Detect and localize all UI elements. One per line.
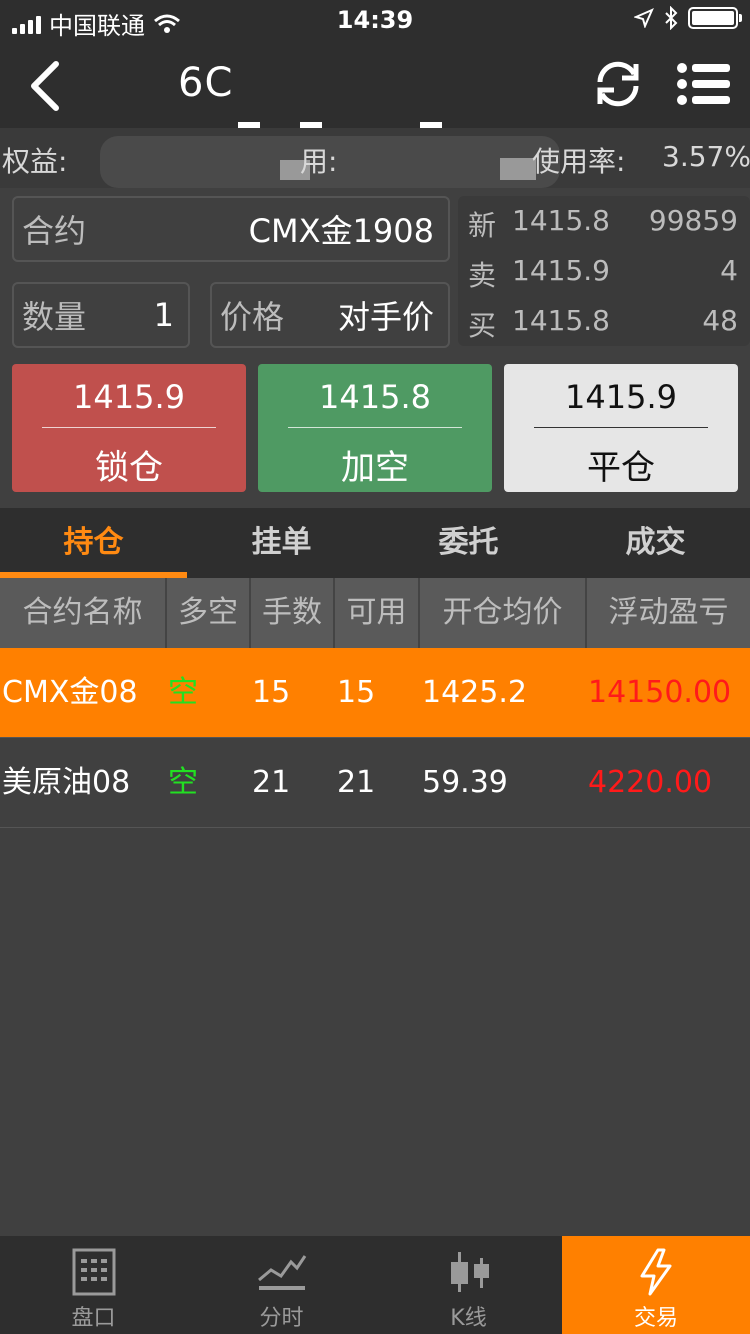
quote-row-bid: 买 1415.8 48	[458, 296, 750, 346]
quote-price: 1415.8	[512, 204, 610, 237]
equity-label: 权益:	[2, 145, 68, 178]
positions-table-header: 合约名称 多空 手数 可用 开仓均价 浮动盈亏	[0, 578, 750, 648]
tab-orders[interactable]: 委托	[375, 508, 562, 578]
quote-volume: 4	[720, 254, 738, 287]
price-label: 价格	[220, 298, 285, 336]
lightning-icon	[640, 1248, 672, 1296]
location-arrow-icon	[634, 8, 654, 28]
redacted-used	[500, 158, 536, 180]
status-right	[634, 6, 742, 30]
quote-row-last: 新 1415.8 99859	[458, 196, 750, 246]
quote-price: 1415.9	[512, 254, 610, 287]
cell-avg-price: 1425.2	[422, 675, 527, 710]
lock-position-button[interactable]: 1415.9 锁仓	[12, 364, 246, 492]
cell-direction: 空	[168, 765, 198, 800]
usage-label: 使用率:	[532, 145, 626, 178]
button-divider	[288, 427, 462, 428]
bluetooth-icon	[665, 6, 678, 30]
lock-label: 锁仓	[95, 448, 163, 488]
usage-value: 3.57%	[662, 140, 750, 173]
close-label: 平仓	[587, 448, 655, 488]
status-bar: 中国联通 14:39	[0, 0, 750, 40]
cell-floating-pnl: 14150.00	[588, 675, 732, 710]
nav-label: K线	[450, 1306, 487, 1331]
contract-selector[interactable]: 合约 CMX金1908	[12, 196, 450, 262]
back-button[interactable]	[20, 52, 80, 116]
cell-lots: 15	[252, 675, 291, 710]
cell-contract-name: CMX金08	[2, 675, 138, 710]
chevron-left-icon	[31, 61, 59, 111]
tab-pending-orders[interactable]: 挂单	[188, 508, 375, 578]
account-summary-bar: 权益: 用: 使用率: 3.57%	[0, 128, 750, 188]
table-row[interactable]: CMX金08 空 15 15 1425.2 14150.00	[0, 648, 750, 738]
button-divider	[534, 427, 708, 428]
quote-label: 新	[468, 209, 497, 242]
contract-label: 合约	[22, 212, 87, 250]
quantity-value: 1	[153, 296, 174, 334]
battery-icon	[688, 7, 742, 29]
refresh-icon	[597, 61, 639, 107]
close-price: 1415.9	[565, 378, 677, 416]
lock-price: 1415.9	[73, 378, 185, 416]
header-contract-name: 合约名称	[0, 578, 167, 648]
contract-value: CMX金1908	[248, 212, 434, 250]
short-label: 加空	[341, 448, 409, 488]
quantity-field[interactable]: 数量 1	[12, 282, 190, 348]
quantity-label: 数量	[22, 298, 87, 336]
add-short-button[interactable]: 1415.8 加空	[258, 364, 492, 492]
refresh-button[interactable]	[590, 56, 646, 112]
candlestick-icon	[450, 1252, 489, 1292]
order-book-icon	[72, 1248, 115, 1296]
used-label: 用:	[300, 145, 338, 178]
nav-bar: 6C	[0, 40, 750, 158]
timeshare-chart-icon	[257, 1255, 306, 1290]
cell-contract-name: 美原油08	[2, 765, 131, 800]
nav-label: 交易	[633, 1306, 678, 1331]
tab-bar: 持仓 挂单 委托 成交	[0, 508, 750, 578]
quote-volume: 99859	[648, 204, 738, 237]
nav-label: 盘口	[71, 1306, 116, 1331]
bottom-nav: 盘口 分时 K线 交易	[0, 1236, 750, 1334]
header-direction: 多空	[167, 578, 251, 648]
header-floating-pnl: 浮动盈亏	[608, 595, 729, 630]
short-price: 1415.8	[319, 378, 431, 416]
cell-available: 21	[337, 765, 376, 800]
price-value: 对手价	[337, 298, 434, 336]
nav-trade[interactable]: 交易	[562, 1236, 750, 1334]
list-menu-icon	[677, 63, 730, 105]
account-title: 6C	[178, 60, 234, 106]
nav-order-book[interactable]: 盘口	[0, 1236, 187, 1334]
nav-timeshare[interactable]: 分时	[188, 1236, 375, 1334]
cell-avg-price: 59.39	[422, 765, 508, 800]
cell-direction: 空	[168, 675, 198, 710]
cell-available: 15	[337, 675, 376, 710]
nav-label: 分时	[259, 1306, 304, 1331]
tab-positions[interactable]: 持仓	[0, 508, 187, 578]
quote-panel: 新 1415.8 99859 卖 1415.9 4 买 1415.8 48	[458, 196, 750, 346]
menu-button[interactable]	[676, 60, 732, 108]
cell-floating-pnl: 4220.00	[588, 765, 713, 800]
button-divider	[42, 427, 216, 428]
quote-row-ask: 卖 1415.9 4	[458, 246, 750, 296]
header-available: 可用	[335, 578, 420, 648]
header-avg-price: 开仓均价	[420, 578, 587, 648]
quote-label: 买	[468, 309, 497, 342]
quote-label: 卖	[468, 259, 497, 292]
header-lots: 手数	[251, 578, 335, 648]
tab-trades[interactable]: 成交	[562, 508, 749, 578]
quote-price: 1415.8	[512, 304, 610, 337]
nav-kline[interactable]: K线	[375, 1236, 562, 1334]
price-field[interactable]: 价格 对手价	[210, 282, 450, 348]
table-row[interactable]: 美原油08 空 21 21 59.39 4220.00	[0, 738, 750, 828]
quote-volume: 48	[702, 304, 738, 337]
close-position-button[interactable]: 1415.9 平仓	[504, 364, 738, 492]
cell-lots: 21	[252, 765, 291, 800]
